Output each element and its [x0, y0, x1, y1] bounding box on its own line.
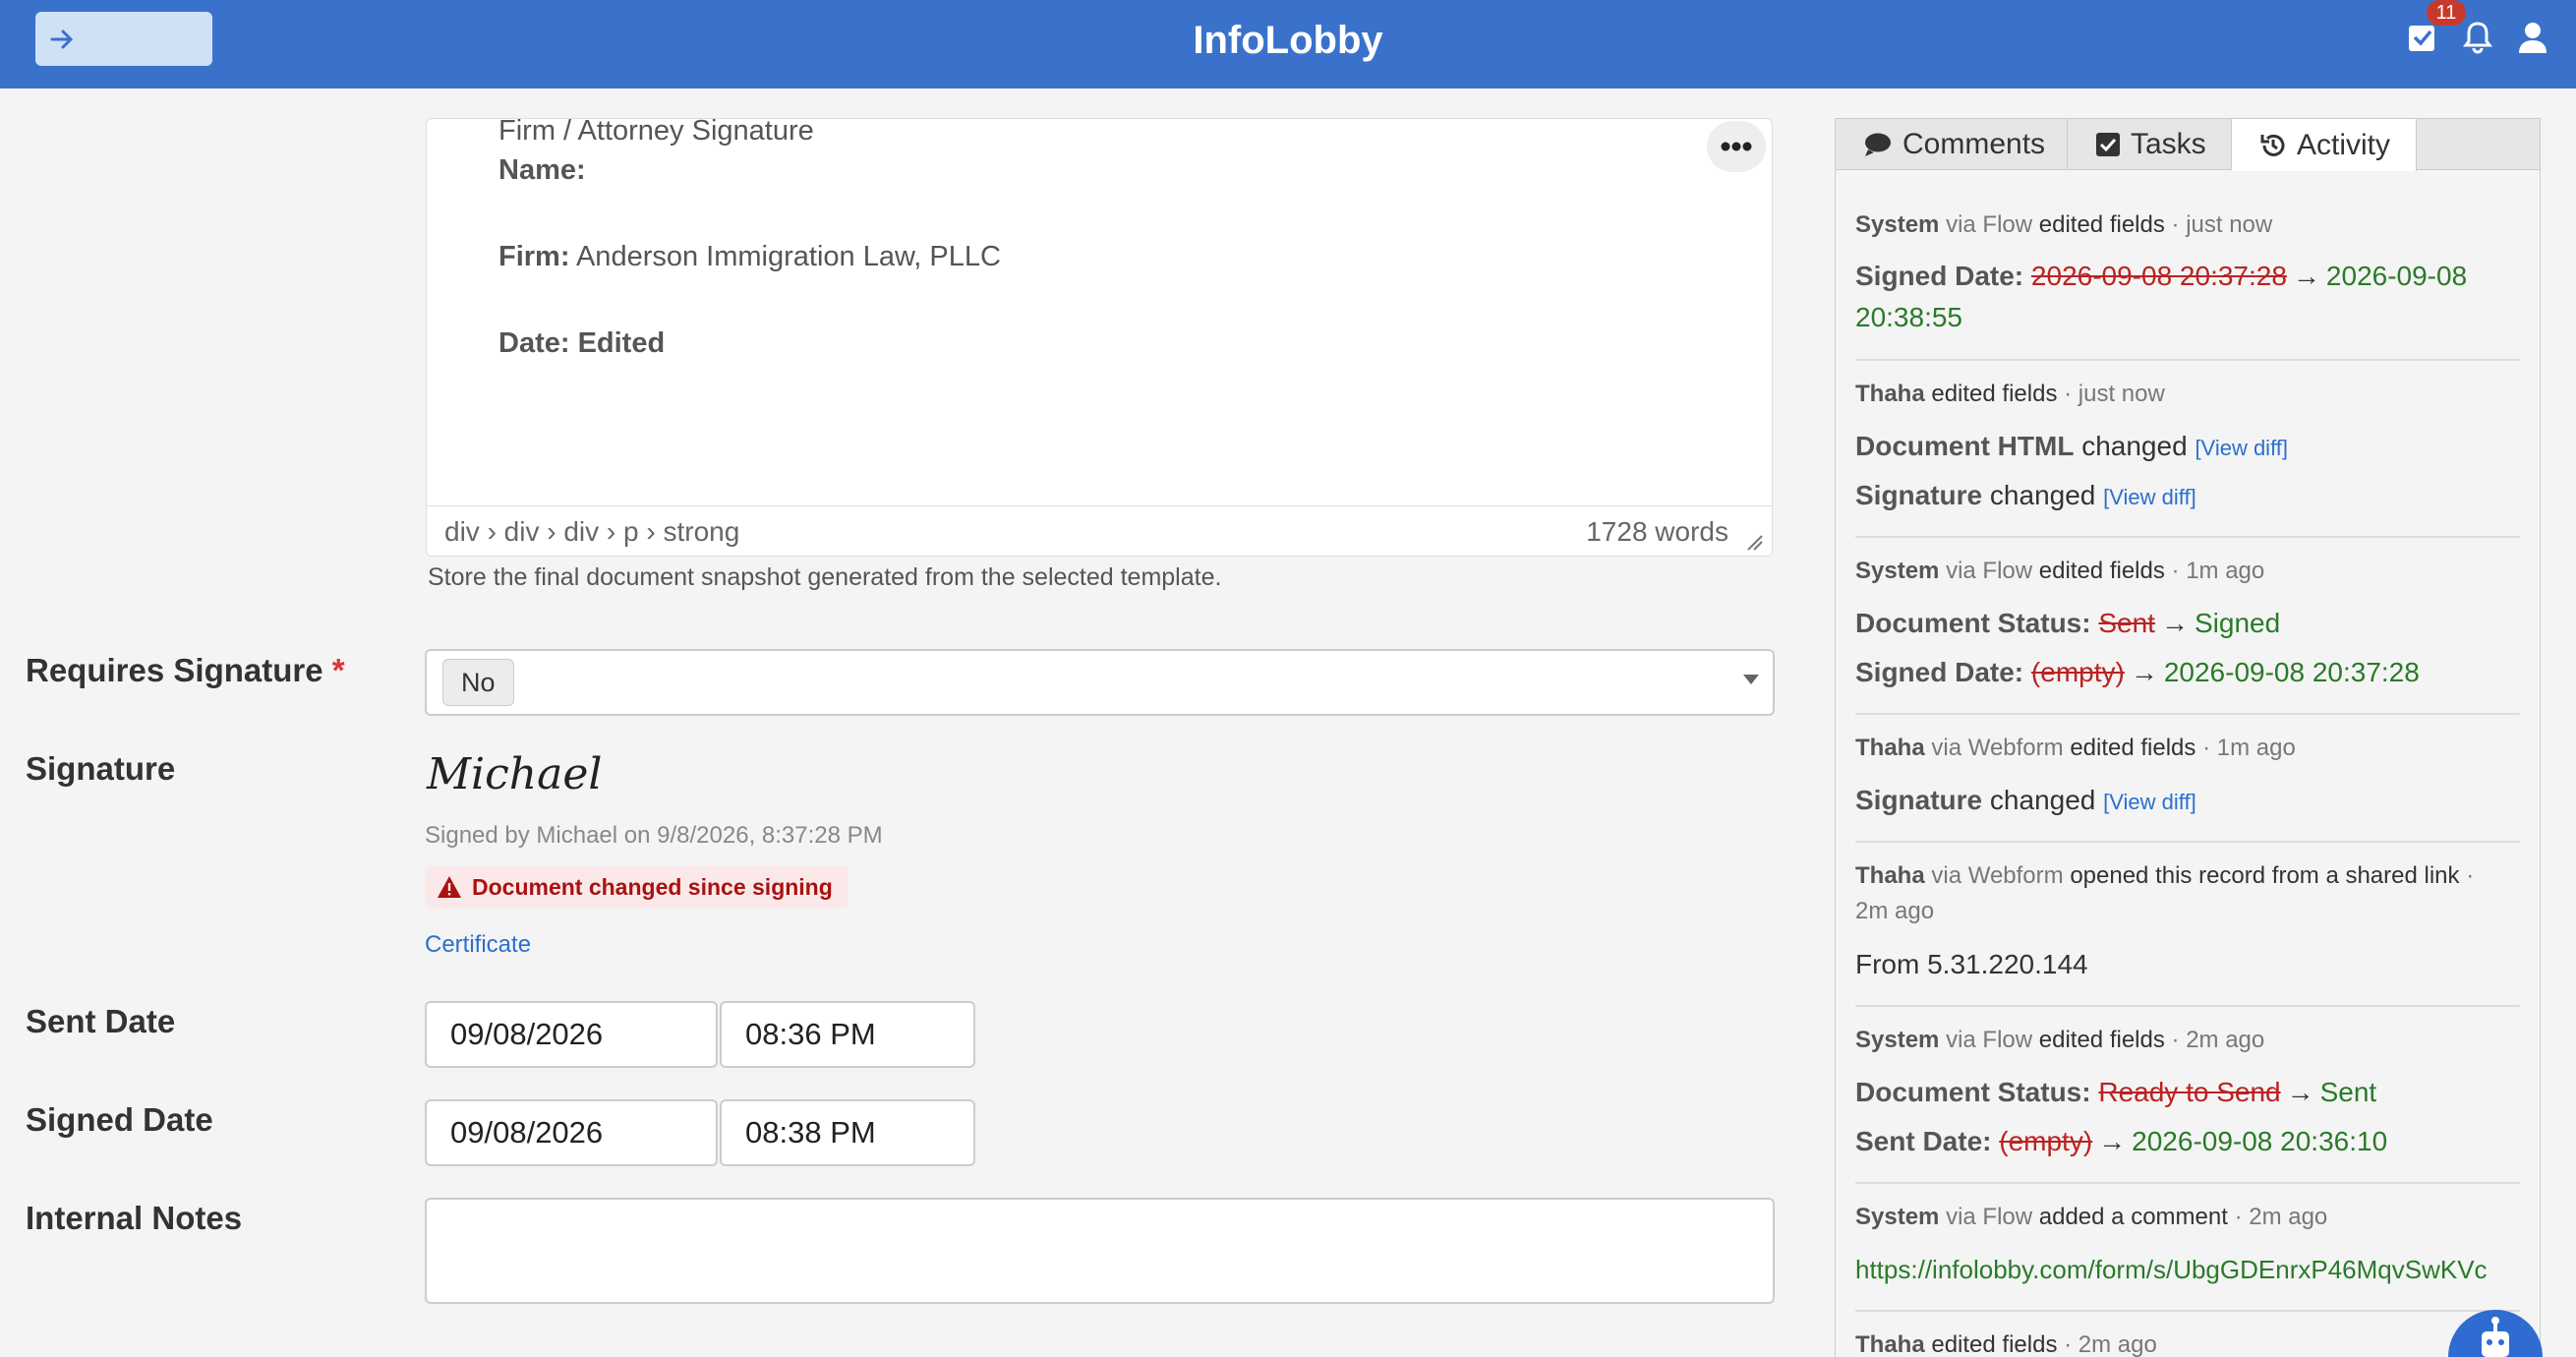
certificate-link[interactable]: Certificate — [425, 931, 531, 959]
activity-change: Signature changed [View diff] — [1855, 480, 2196, 510]
requires-signature-select[interactable]: No — [425, 649, 1775, 716]
user-menu-button[interactable] — [2513, 18, 2552, 57]
user-icon — [2519, 23, 2547, 53]
signature-label: Signature — [26, 750, 176, 787]
activity-panel: Comments Tasks Activity System via Flow … — [1835, 118, 2541, 1357]
document-changed-warning: Document changed since signing — [425, 865, 849, 909]
entry-divider — [1855, 1005, 2520, 1007]
view-diff-link[interactable]: [View diff] — [2195, 436, 2288, 460]
element-path[interactable]: div › div › div › p › strong — [444, 516, 739, 548]
bell-icon — [2463, 22, 2492, 54]
view-diff-link[interactable]: [View diff] — [2103, 790, 2196, 814]
requires-signature-label: Requires Signature * — [26, 652, 345, 688]
activity-change-cont: 20:38:55 — [1855, 302, 1962, 332]
dropdown-arrow-icon — [1743, 675, 1759, 684]
warning-text: Document changed since signing — [472, 873, 833, 900]
robot-icon — [2482, 1317, 2509, 1357]
sent-time-input[interactable]: 08:36 PM — [720, 1001, 975, 1068]
editor-more-button[interactable] — [1707, 121, 1766, 172]
activity-entry: Thaha edited fields · just now — [1855, 381, 2165, 407]
tab-activity[interactable]: Activity — [2232, 119, 2417, 171]
activity-change: Document Status: Sent → Signed — [1855, 608, 2281, 638]
activity-change: Signature changed [View diff] — [1855, 785, 2196, 815]
required-marker: * — [331, 652, 345, 688]
doc-heading: Firm / Attorney Signature — [498, 118, 814, 147]
activity-entry: System via Flow edited fields · 1m ago — [1855, 558, 2265, 584]
tab-tasks[interactable]: Tasks — [2068, 119, 2232, 170]
checkbox-icon — [2096, 133, 2120, 156]
entry-divider — [1855, 1182, 2520, 1184]
doc-firm-label: Firm: — [498, 241, 570, 272]
editor-status-bar: div › div › div › p › strong 1728 words — [427, 505, 1772, 556]
activity-change: Sent Date: (empty) → 2026-09-08 20:36:10 — [1855, 1126, 2388, 1156]
notifications-button[interactable] — [2458, 18, 2497, 57]
activity-entry: System via Flow added a comment · 2m ago — [1855, 1204, 2328, 1230]
svg-text:Michael: Michael — [426, 749, 602, 799]
view-diff-link[interactable]: [View diff] — [2103, 485, 2196, 509]
activity-entry: Thaha edited fields · 2m ago — [1855, 1331, 2157, 1357]
assistant-bot-button[interactable] — [2448, 1310, 2543, 1357]
document-editor[interactable]: Firm / Attorney Signature Name: Firm: An… — [426, 118, 1773, 557]
activity-change: Document HTML changed [View diff] — [1855, 431, 2289, 461]
doc-firm-value: Anderson Immigration Law, PLLC — [575, 241, 1001, 272]
entry-divider — [1855, 713, 2520, 715]
activity-detail: From 5.31.220.144 — [1855, 949, 2088, 979]
panel-tabs: Comments Tasks Activity — [1836, 119, 2540, 171]
activity-change: Document Status: Ready to Send → Sent — [1855, 1077, 2377, 1107]
history-icon — [2260, 134, 2285, 156]
signature-image: Michael — [425, 739, 602, 813]
signed-date-input[interactable]: 09/08/2026 — [425, 1099, 718, 1166]
activity-entry: Thaha via Webform edited fields · 1m ago — [1855, 735, 2296, 761]
task-check-icon — [2409, 26, 2434, 51]
doc-date-label: Date: Edited — [498, 327, 666, 359]
signed-by-text: Signed by Michael on 9/8/2026, 8:37:28 P… — [425, 822, 883, 849]
warning-triangle-icon — [438, 876, 461, 898]
internal-notes-textarea[interactable] — [425, 1198, 1775, 1304]
entry-divider — [1855, 359, 2520, 361]
entry-divider — [1855, 1310, 2520, 1312]
sent-date-input[interactable]: 09/08/2026 — [425, 1001, 718, 1068]
activity-change: Signed Date: 2026-09-08 20:37:28 → 2026-09… — [1855, 261, 2468, 291]
selected-option-chip: No — [442, 659, 514, 706]
comment-icon — [1865, 133, 1891, 156]
doc-name-label: Name: — [498, 154, 586, 186]
sent-date-label: Sent Date — [26, 1003, 176, 1039]
resize-handle-icon[interactable] — [1744, 532, 1764, 552]
editor-help-text: Store the final document snapshot genera… — [428, 563, 1222, 591]
doc-firm-line: Firm: Anderson Immigration Law, PLLC — [498, 241, 1001, 273]
entry-divider — [1855, 536, 2520, 538]
tab-comments[interactable]: Comments — [1836, 119, 2068, 170]
app-title: InfoLobby — [1193, 19, 1383, 62]
more-dots-icon — [1721, 142, 1752, 151]
signed-date-label: Signed Date — [26, 1101, 213, 1138]
internal-notes-label: Internal Notes — [26, 1200, 243, 1236]
activity-entry: Thaha via Webform opened this record fro… — [1855, 862, 2475, 924]
activity-entry: System via Flow edited fields · 2m ago — [1855, 1027, 2265, 1053]
top-bar: InfoLobby 11 — [0, 0, 2576, 88]
activity-change: Signed Date: (empty) → 2026-09-08 20:37:28 — [1855, 657, 2420, 687]
doc-date-line: Date: Edited — [498, 327, 665, 360]
signed-time-input[interactable]: 08:38 PM — [720, 1099, 975, 1166]
entry-divider — [1855, 841, 2520, 843]
doc-name-line: Name: — [498, 154, 586, 187]
comment-url-link[interactable]: https://infolobby.com/form/s/UbgGDEnrxP4… — [1855, 1249, 2520, 1290]
activity-entry: System via Flow edited fields · just now — [1855, 211, 2273, 238]
word-count: 1728 words — [1586, 516, 1728, 547]
